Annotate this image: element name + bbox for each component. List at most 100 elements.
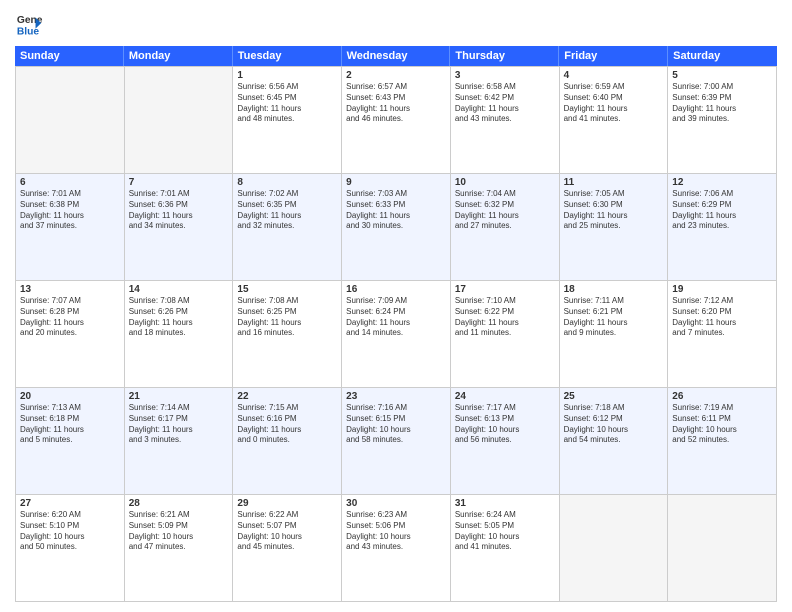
day-number: 29 <box>237 498 337 509</box>
day-number: 27 <box>20 498 120 509</box>
calendar-cell: 2Sunrise: 6:57 AM Sunset: 6:43 PM Daylig… <box>342 67 451 174</box>
day-info: Sunrise: 6:59 AM Sunset: 6:40 PM Dayligh… <box>564 82 664 125</box>
day-info: Sunrise: 6:20 AM Sunset: 5:10 PM Dayligh… <box>20 510 120 553</box>
day-info: Sunrise: 6:56 AM Sunset: 6:45 PM Dayligh… <box>237 82 337 125</box>
day-number: 15 <box>237 284 337 295</box>
weekday-header: Monday <box>124 46 233 66</box>
day-number: 23 <box>346 391 446 402</box>
day-info: Sunrise: 6:24 AM Sunset: 5:05 PM Dayligh… <box>455 510 555 553</box>
calendar-cell: 22Sunrise: 7:15 AM Sunset: 6:16 PM Dayli… <box>233 388 342 495</box>
calendar-cell <box>560 495 669 602</box>
calendar-cell: 23Sunrise: 7:16 AM Sunset: 6:15 PM Dayli… <box>342 388 451 495</box>
calendar-body: 1Sunrise: 6:56 AM Sunset: 6:45 PM Daylig… <box>15 66 777 602</box>
day-number: 10 <box>455 177 555 188</box>
calendar-cell <box>668 495 777 602</box>
day-number: 6 <box>20 177 120 188</box>
day-info: Sunrise: 7:11 AM Sunset: 6:21 PM Dayligh… <box>564 296 664 339</box>
calendar-cell: 13Sunrise: 7:07 AM Sunset: 6:28 PM Dayli… <box>16 281 125 388</box>
weekday-header: Thursday <box>450 46 559 66</box>
day-info: Sunrise: 7:15 AM Sunset: 6:16 PM Dayligh… <box>237 403 337 446</box>
day-info: Sunrise: 7:00 AM Sunset: 6:39 PM Dayligh… <box>672 82 772 125</box>
calendar-cell: 24Sunrise: 7:17 AM Sunset: 6:13 PM Dayli… <box>451 388 560 495</box>
day-number: 22 <box>237 391 337 402</box>
calendar-cell: 21Sunrise: 7:14 AM Sunset: 6:17 PM Dayli… <box>125 388 234 495</box>
logo: General Blue <box>15 10 43 38</box>
weekday-header: Friday <box>559 46 668 66</box>
day-number: 7 <box>129 177 229 188</box>
day-info: Sunrise: 7:08 AM Sunset: 6:25 PM Dayligh… <box>237 296 337 339</box>
day-info: Sunrise: 7:19 AM Sunset: 6:11 PM Dayligh… <box>672 403 772 446</box>
day-info: Sunrise: 6:58 AM Sunset: 6:42 PM Dayligh… <box>455 82 555 125</box>
calendar-header: SundayMondayTuesdayWednesdayThursdayFrid… <box>15 46 777 66</box>
day-info: Sunrise: 6:57 AM Sunset: 6:43 PM Dayligh… <box>346 82 446 125</box>
day-number: 21 <box>129 391 229 402</box>
logo-icon: General Blue <box>15 10 43 38</box>
calendar-cell <box>16 67 125 174</box>
calendar-row: 20Sunrise: 7:13 AM Sunset: 6:18 PM Dayli… <box>16 388 777 495</box>
day-number: 8 <box>237 177 337 188</box>
day-info: Sunrise: 7:14 AM Sunset: 6:17 PM Dayligh… <box>129 403 229 446</box>
calendar-cell: 28Sunrise: 6:21 AM Sunset: 5:09 PM Dayli… <box>125 495 234 602</box>
day-info: Sunrise: 7:03 AM Sunset: 6:33 PM Dayligh… <box>346 189 446 232</box>
day-info: Sunrise: 7:01 AM Sunset: 6:38 PM Dayligh… <box>20 189 120 232</box>
calendar-cell: 14Sunrise: 7:08 AM Sunset: 6:26 PM Dayli… <box>125 281 234 388</box>
calendar-page: General Blue SundayMondayTuesdayWednesda… <box>0 0 792 612</box>
day-info: Sunrise: 7:01 AM Sunset: 6:36 PM Dayligh… <box>129 189 229 232</box>
weekday-header: Tuesday <box>233 46 342 66</box>
day-number: 30 <box>346 498 446 509</box>
day-info: Sunrise: 6:22 AM Sunset: 5:07 PM Dayligh… <box>237 510 337 553</box>
day-number: 13 <box>20 284 120 295</box>
calendar-cell <box>125 67 234 174</box>
day-number: 11 <box>564 177 664 188</box>
day-info: Sunrise: 7:17 AM Sunset: 6:13 PM Dayligh… <box>455 403 555 446</box>
day-number: 25 <box>564 391 664 402</box>
day-number: 16 <box>346 284 446 295</box>
calendar-cell: 29Sunrise: 6:22 AM Sunset: 5:07 PM Dayli… <box>233 495 342 602</box>
day-number: 24 <box>455 391 555 402</box>
calendar-cell: 15Sunrise: 7:08 AM Sunset: 6:25 PM Dayli… <box>233 281 342 388</box>
day-number: 18 <box>564 284 664 295</box>
day-info: Sunrise: 7:10 AM Sunset: 6:22 PM Dayligh… <box>455 296 555 339</box>
day-number: 26 <box>672 391 772 402</box>
calendar-cell: 31Sunrise: 6:24 AM Sunset: 5:05 PM Dayli… <box>451 495 560 602</box>
calendar-cell: 12Sunrise: 7:06 AM Sunset: 6:29 PM Dayli… <box>668 174 777 281</box>
day-info: Sunrise: 7:18 AM Sunset: 6:12 PM Dayligh… <box>564 403 664 446</box>
day-number: 5 <box>672 70 772 81</box>
day-number: 3 <box>455 70 555 81</box>
day-info: Sunrise: 6:21 AM Sunset: 5:09 PM Dayligh… <box>129 510 229 553</box>
day-info: Sunrise: 6:23 AM Sunset: 5:06 PM Dayligh… <box>346 510 446 553</box>
weekday-header: Saturday <box>668 46 777 66</box>
day-info: Sunrise: 7:02 AM Sunset: 6:35 PM Dayligh… <box>237 189 337 232</box>
day-number: 17 <box>455 284 555 295</box>
calendar-cell: 18Sunrise: 7:11 AM Sunset: 6:21 PM Dayli… <box>560 281 669 388</box>
day-number: 9 <box>346 177 446 188</box>
day-info: Sunrise: 7:07 AM Sunset: 6:28 PM Dayligh… <box>20 296 120 339</box>
calendar-cell: 6Sunrise: 7:01 AM Sunset: 6:38 PM Daylig… <box>16 174 125 281</box>
calendar: SundayMondayTuesdayWednesdayThursdayFrid… <box>15 46 777 602</box>
day-number: 1 <box>237 70 337 81</box>
day-info: Sunrise: 7:08 AM Sunset: 6:26 PM Dayligh… <box>129 296 229 339</box>
calendar-row: 27Sunrise: 6:20 AM Sunset: 5:10 PM Dayli… <box>16 495 777 602</box>
calendar-cell: 26Sunrise: 7:19 AM Sunset: 6:11 PM Dayli… <box>668 388 777 495</box>
day-info: Sunrise: 7:06 AM Sunset: 6:29 PM Dayligh… <box>672 189 772 232</box>
calendar-cell: 11Sunrise: 7:05 AM Sunset: 6:30 PM Dayli… <box>560 174 669 281</box>
calendar-cell: 4Sunrise: 6:59 AM Sunset: 6:40 PM Daylig… <box>560 67 669 174</box>
day-number: 31 <box>455 498 555 509</box>
day-info: Sunrise: 7:16 AM Sunset: 6:15 PM Dayligh… <box>346 403 446 446</box>
calendar-cell: 9Sunrise: 7:03 AM Sunset: 6:33 PM Daylig… <box>342 174 451 281</box>
calendar-row: 1Sunrise: 6:56 AM Sunset: 6:45 PM Daylig… <box>16 67 777 174</box>
day-number: 4 <box>564 70 664 81</box>
calendar-row: 13Sunrise: 7:07 AM Sunset: 6:28 PM Dayli… <box>16 281 777 388</box>
calendar-cell: 20Sunrise: 7:13 AM Sunset: 6:18 PM Dayli… <box>16 388 125 495</box>
calendar-cell: 3Sunrise: 6:58 AM Sunset: 6:42 PM Daylig… <box>451 67 560 174</box>
weekday-header: Wednesday <box>342 46 451 66</box>
day-info: Sunrise: 7:04 AM Sunset: 6:32 PM Dayligh… <box>455 189 555 232</box>
calendar-cell: 1Sunrise: 6:56 AM Sunset: 6:45 PM Daylig… <box>233 67 342 174</box>
calendar-cell: 25Sunrise: 7:18 AM Sunset: 6:12 PM Dayli… <box>560 388 669 495</box>
day-number: 28 <box>129 498 229 509</box>
day-number: 12 <box>672 177 772 188</box>
calendar-cell: 17Sunrise: 7:10 AM Sunset: 6:22 PM Dayli… <box>451 281 560 388</box>
day-number: 20 <box>20 391 120 402</box>
calendar-row: 6Sunrise: 7:01 AM Sunset: 6:38 PM Daylig… <box>16 174 777 281</box>
calendar-cell: 5Sunrise: 7:00 AM Sunset: 6:39 PM Daylig… <box>668 67 777 174</box>
